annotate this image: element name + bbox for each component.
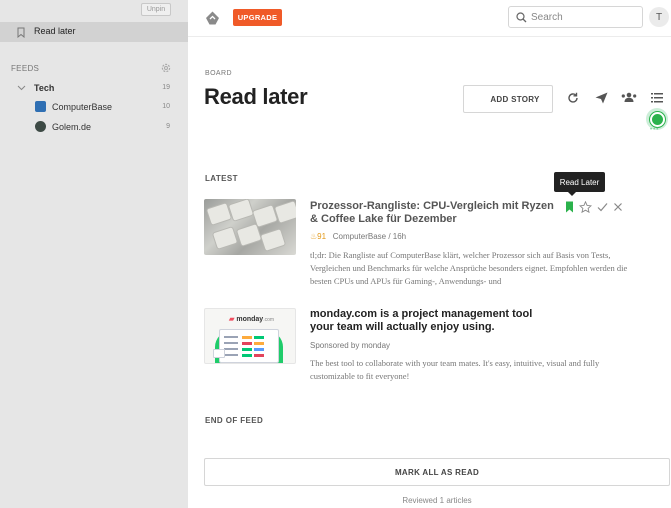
mark-all-read-button[interactable]: MARK ALL AS READ [204,458,670,486]
story-summary[interactable]: The best tool to collaborate with your t… [310,357,635,383]
top-bar: UPGRADE T [188,0,671,37]
unread-count: 19 [162,84,170,91]
search-icon [516,12,527,23]
category-label: Tech [34,83,55,93]
monday-logo: ▰ monday.com [229,316,275,323]
add-story-button[interactable]: ADD STORY [463,85,553,113]
unread-count: 9 [166,123,170,130]
story-meta: ♨91 ComputerBase / 16h [310,232,406,241]
golem-favicon-icon [35,121,46,132]
story-summary[interactable]: tl;dr: Die Rangliste auf ComputerBase kl… [310,249,635,288]
bookmark-icon [17,27,25,38]
read-later-bookmark-icon[interactable] [565,201,574,213]
feeds-header: FEEDS [11,64,40,73]
feed-label: ComputerBase [52,102,113,112]
search-input[interactable] [531,10,636,25]
sidebar-item-read-later[interactable]: Read later [0,22,188,42]
team-icon[interactable] [620,92,638,104]
board-eyebrow: BOARD [205,70,232,77]
sidebar-feed-golem[interactable]: Golem.de 9 [0,120,188,134]
send-icon[interactable] [595,92,608,104]
upgrade-button[interactable]: UPGRADE [233,9,282,26]
section-label: LATEST [205,174,238,183]
sidebar-feed-computerbase[interactable]: ComputerBase 10 [0,100,188,114]
end-of-feed-label: END OF FEED [205,416,264,425]
story-title[interactable]: Prozessor-Rangliste: CPU-Vergleich mit R… [310,200,555,226]
gear-icon[interactable] [160,62,172,74]
avatar[interactable]: T [649,7,669,27]
page-title: Read later [204,84,308,109]
close-icon[interactable] [613,202,623,212]
story-title[interactable]: monday.com is a project management tool … [310,308,555,334]
sidebar-item-label: Read later [34,26,76,36]
feedly-logo-icon[interactable] [205,11,220,25]
engagement-count: ♨91 [310,232,327,241]
reviewed-count-text: Reviewed 1 articles [402,496,472,505]
feed-label: Golem.de [52,122,92,132]
tooltip: Read Later [554,172,605,196]
search-box[interactable] [508,6,643,28]
sponsored-thumbnail[interactable]: ▰ monday.com [204,308,296,364]
unread-count: 10 [162,103,170,110]
refresh-icon[interactable] [567,92,579,104]
star-icon[interactable] [579,201,592,213]
story-actions [565,201,623,213]
sidebar: Unpin Read later FEEDS Tech 19 ComputerB… [0,0,188,508]
sidebar-category-tech[interactable]: Tech 19 [0,81,188,95]
list-view-icon[interactable] [651,92,663,103]
computerbase-favicon-icon [35,101,46,112]
unpin-button[interactable]: Unpin [141,3,171,16]
chevron-down-icon[interactable] [17,83,26,92]
more-dots-icon: ••• [650,127,660,133]
story-source[interactable]: ComputerBase / 16h [333,232,406,241]
sponsor-label: Sponsored by monday [310,341,391,350]
check-icon[interactable] [597,202,608,212]
story-thumbnail[interactable] [204,199,296,255]
